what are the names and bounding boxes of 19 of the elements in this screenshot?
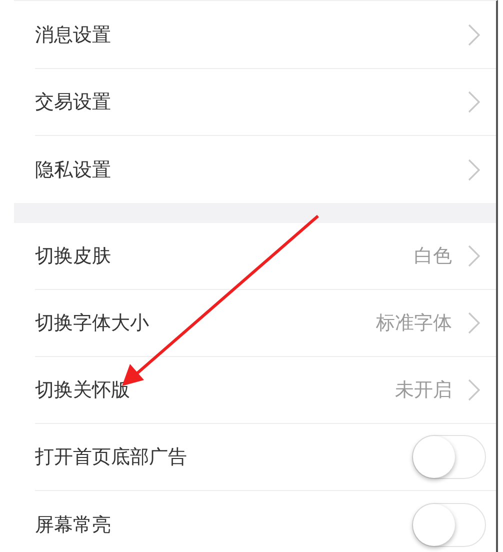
chevron-right-icon[interactable] — [468, 158, 480, 180]
chevron-right-icon[interactable] — [468, 91, 480, 113]
setting-label[interactable]: 切换皮肤 — [35, 243, 414, 269]
setting-label[interactable]: 消息设置 — [35, 22, 468, 48]
chevron-right-icon[interactable] — [468, 24, 480, 46]
chevron-right-icon[interactable] — [468, 245, 480, 267]
setting-label[interactable]: 屏幕常亮 — [35, 512, 412, 538]
toggle-switch[interactable] — [412, 502, 486, 546]
setting-label[interactable]: 打开首页底部广告 — [35, 444, 412, 470]
toggle-switch[interactable] — [412, 435, 486, 479]
setting-label[interactable]: 切换字体大小 — [35, 310, 376, 336]
setting-label[interactable]: 交易设置 — [35, 89, 468, 115]
setting-label[interactable]: 切换关怀版 — [35, 377, 395, 403]
setting-value: 标准字体 — [376, 311, 452, 336]
setting-label[interactable]: 隐私设置 — [35, 156, 468, 182]
setting-value: 未开启 — [395, 378, 452, 403]
chevron-right-icon[interactable] — [468, 312, 480, 334]
chevron-right-icon[interactable] — [468, 379, 480, 401]
setting-value: 白色 — [414, 244, 452, 269]
